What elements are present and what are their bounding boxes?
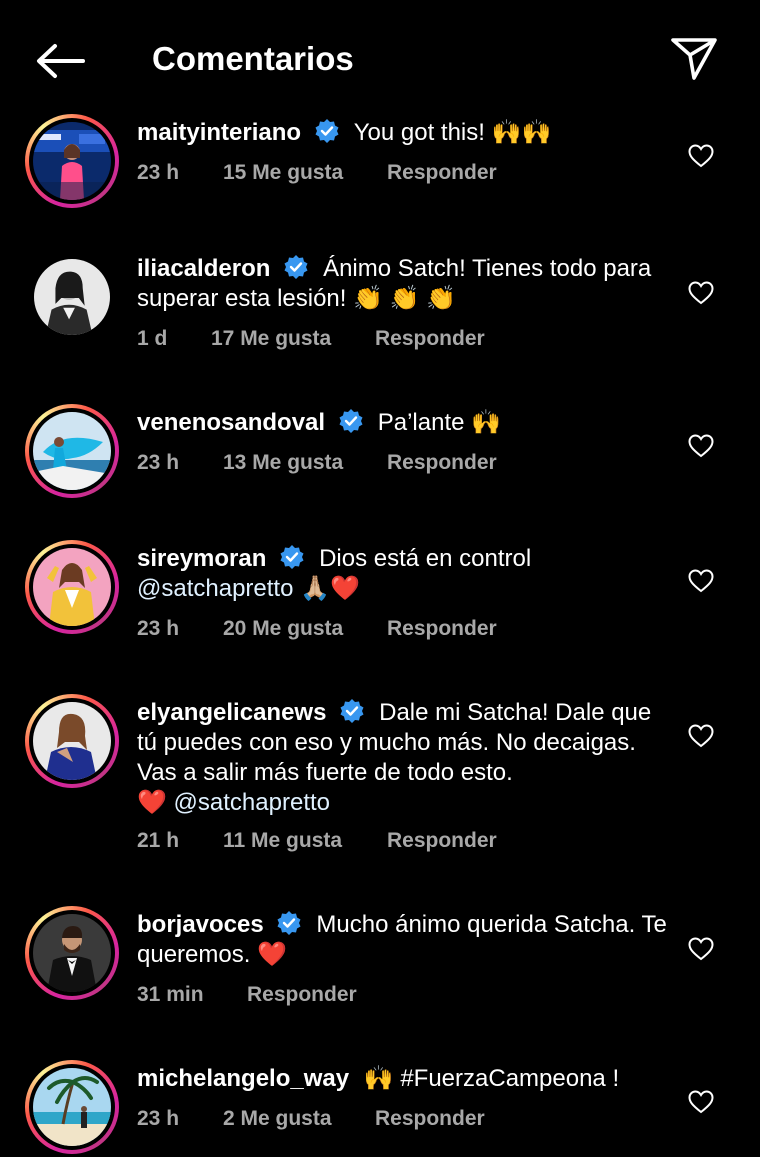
heart-icon xyxy=(688,434,714,458)
comment-time: 21 h xyxy=(137,829,180,852)
mention-link[interactable]: @satchapretto 🙏🏼❤️ xyxy=(137,575,360,602)
likes-count[interactable]: 17 Me gusta xyxy=(211,324,375,354)
avatar-image xyxy=(33,914,111,992)
likes-count[interactable]: 2 Me gusta xyxy=(223,1104,375,1134)
comment-body: michelangelo_way 🙌 #FuerzaCampeona ! xyxy=(137,1064,677,1094)
comment-username[interactable]: maityinteriano xyxy=(137,119,301,146)
comment-text: 🙌 #FuerzaCampeona ! xyxy=(363,1065,620,1092)
comment-username[interactable]: michelangelo_way xyxy=(137,1065,349,1092)
comment-item: maityinteriano You got this! 🙌🙌 23 h 15 M… xyxy=(0,114,760,224)
reply-button[interactable]: Responder xyxy=(247,980,357,1010)
reply-button[interactable]: Responder xyxy=(375,1104,485,1134)
verified-badge-icon xyxy=(284,255,308,279)
like-button[interactable] xyxy=(686,566,716,596)
comment-meta: 21 h 11 Me gusta Responder xyxy=(137,826,497,856)
verified-badge-icon xyxy=(315,119,339,143)
heart-icon xyxy=(688,569,714,593)
comment-meta: 23 h 15 Me gusta Responder xyxy=(137,158,497,188)
comment-item: borjavoces Mucho ánimo querida Satcha. T… xyxy=(0,906,760,1026)
likes-count[interactable]: 13 Me gusta xyxy=(223,448,387,478)
comment-body: venenosandoval Pa’lante 🙌 xyxy=(137,408,677,438)
paper-plane-icon xyxy=(671,38,717,80)
comment-time: 31 min xyxy=(137,983,204,1006)
page-title: Comentarios xyxy=(152,40,354,77)
likes-count[interactable]: 11 Me gusta xyxy=(223,826,387,856)
comment-time: 1 d xyxy=(137,327,168,350)
likes-count[interactable]: 20 Me gusta xyxy=(223,614,387,644)
avatar[interactable] xyxy=(25,540,119,634)
comment-item: venenosandoval Pa’lante 🙌 23 h 13 Me gust… xyxy=(0,404,760,514)
comment-time: 23 h xyxy=(137,161,180,184)
like-button[interactable] xyxy=(686,721,716,751)
comment-meta: 31 min Responder xyxy=(137,980,357,1010)
avatar[interactable] xyxy=(25,1060,119,1154)
comment-meta: 23 h 20 Me gusta Responder xyxy=(137,614,497,644)
comment-body: borjavoces Mucho ánimo querida Satcha. T… xyxy=(137,910,677,970)
avatar-image xyxy=(33,1068,111,1146)
arrow-left-icon xyxy=(37,44,85,78)
comment-body: iliacalderon Ánimo Satch! Tienes todo pa… xyxy=(137,254,677,314)
like-button[interactable] xyxy=(686,141,716,171)
back-button[interactable] xyxy=(32,38,88,84)
avatar-image xyxy=(33,122,111,200)
share-button[interactable] xyxy=(668,34,720,84)
comment-time: 23 h xyxy=(137,1107,180,1130)
like-button[interactable] xyxy=(686,431,716,461)
comment-time: 23 h xyxy=(137,617,180,640)
avatar-image xyxy=(33,548,111,626)
heart-icon xyxy=(688,281,714,305)
comment-time: 23 h xyxy=(137,451,180,474)
comment-username[interactable]: sireymoran xyxy=(137,545,266,572)
likes-count[interactable]: 15 Me gusta xyxy=(223,158,387,188)
mention-link[interactable]: ❤️ @satchapretto xyxy=(137,789,330,816)
like-button[interactable] xyxy=(686,934,716,964)
avatar-image xyxy=(33,412,111,490)
comment-item: elyangelicanews Dale mi Satcha! Dale que… xyxy=(0,694,760,874)
avatar[interactable] xyxy=(25,114,119,208)
comment-username[interactable]: venenosandoval xyxy=(137,409,325,436)
comment-item: michelangelo_way 🙌 #FuerzaCampeona ! 23 … xyxy=(0,1060,760,1157)
comment-body: maityinteriano You got this! 🙌🙌 xyxy=(137,118,677,148)
comment-username[interactable]: elyangelicanews xyxy=(137,699,326,726)
comment-meta: 23 h 13 Me gusta Responder xyxy=(137,448,497,478)
reply-button[interactable]: Responder xyxy=(387,158,497,188)
avatar[interactable] xyxy=(25,250,119,344)
like-button[interactable] xyxy=(686,278,716,308)
comment-username[interactable]: borjavoces xyxy=(137,911,264,938)
comment-body: sireymoran Dios está en control @satchap… xyxy=(137,544,677,604)
reply-button[interactable]: Responder xyxy=(387,614,497,644)
avatar[interactable] xyxy=(25,404,119,498)
app-header: Comentarios xyxy=(0,0,760,118)
heart-icon xyxy=(688,724,714,748)
avatar-image xyxy=(34,259,110,335)
like-button[interactable] xyxy=(686,1087,716,1117)
comment-item: sireymoran Dios está en control @satchap… xyxy=(0,540,760,660)
comment-body: elyangelicanews Dale mi Satcha! Dale que… xyxy=(137,698,677,818)
avatar-image xyxy=(33,702,111,780)
comment-text: You got this! 🙌🙌 xyxy=(353,119,552,146)
verified-badge-icon xyxy=(280,545,304,569)
reply-button[interactable]: Responder xyxy=(387,826,497,856)
comment-meta: 23 h 2 Me gusta Responder xyxy=(137,1104,485,1134)
verified-badge-icon xyxy=(340,699,364,723)
avatar[interactable] xyxy=(25,694,119,788)
comment-text: Pa’lante 🙌 xyxy=(377,409,502,436)
avatar[interactable] xyxy=(25,906,119,1000)
heart-icon xyxy=(688,937,714,961)
comment-text: Dios está en control xyxy=(319,545,532,572)
comment-item: iliacalderon Ánimo Satch! Tienes todo pa… xyxy=(0,250,760,370)
reply-button[interactable]: Responder xyxy=(375,324,485,354)
comment-meta: 1 d 17 Me gusta Responder xyxy=(137,324,485,354)
verified-badge-icon xyxy=(339,409,363,433)
comment-username[interactable]: iliacalderon xyxy=(137,255,270,282)
verified-badge-icon xyxy=(277,911,301,935)
reply-button[interactable]: Responder xyxy=(387,448,497,478)
heart-icon xyxy=(688,144,714,168)
heart-icon xyxy=(688,1090,714,1114)
